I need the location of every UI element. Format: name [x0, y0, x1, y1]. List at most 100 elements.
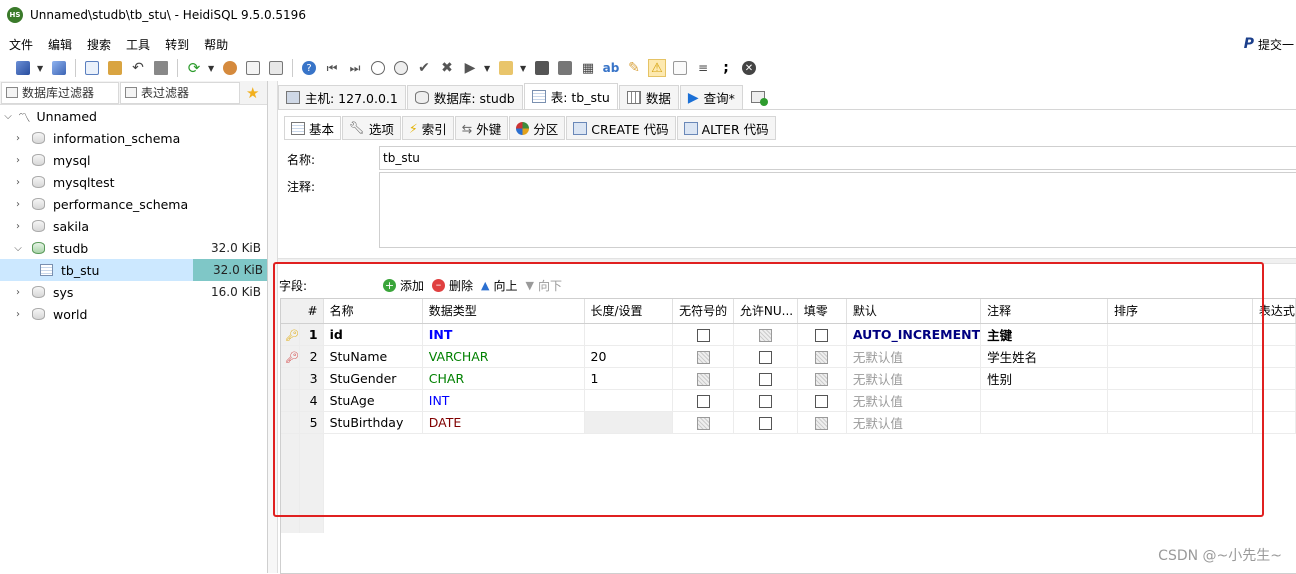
- zerofill-checkbox[interactable]: [797, 367, 846, 389]
- column-length-cell[interactable]: [584, 411, 673, 433]
- col-header-name[interactable]: 名称: [323, 299, 422, 323]
- col-header-expression[interactable]: 表达式: [1252, 299, 1295, 323]
- replace-icon[interactable]: ab: [602, 59, 620, 77]
- tree-node-db[interactable]: › mysqltest: [0, 171, 267, 193]
- menu-edit[interactable]: 编辑: [39, 36, 78, 53]
- column-collation-cell[interactable]: [1108, 411, 1253, 433]
- expand-arrow-icon[interactable]: ›: [12, 221, 24, 232]
- format-icon[interactable]: ≡: [694, 59, 712, 77]
- new-query-tab-button[interactable]: [744, 85, 772, 109]
- prev-icon[interactable]: ⏭: [346, 59, 364, 77]
- help-icon[interactable]: ?: [300, 59, 318, 77]
- collapse-arrow-icon[interactable]: ⌵: [2, 111, 14, 122]
- edit-icon[interactable]: ✎: [625, 59, 643, 77]
- run-icon[interactable]: ▶: [461, 59, 479, 77]
- save-as-icon[interactable]: [556, 59, 574, 77]
- column-collation-cell[interactable]: [1108, 367, 1253, 389]
- tab-foreign-keys[interactable]: ⇆ 外键: [455, 116, 509, 140]
- unsigned-checkbox[interactable]: [673, 367, 734, 389]
- cancel-icon[interactable]: ✖: [438, 59, 456, 77]
- tab-options[interactable]: 🔧︎ 选项: [342, 116, 401, 140]
- menu-help[interactable]: 帮助: [195, 36, 234, 53]
- allow-null-checkbox[interactable]: [733, 389, 797, 411]
- import-icon[interactable]: [267, 59, 285, 77]
- expand-arrow-icon[interactable]: ›: [12, 199, 24, 210]
- col-header-type[interactable]: 数据类型: [422, 299, 584, 323]
- column-type-cell[interactable]: INT: [422, 389, 584, 411]
- column-name-cell[interactable]: id: [323, 323, 422, 345]
- column-collation-cell[interactable]: [1108, 323, 1253, 345]
- tab-database[interactable]: 数据库: studb: [407, 85, 523, 109]
- column-default-cell[interactable]: 无默认值: [846, 367, 980, 389]
- column-type-cell[interactable]: CHAR: [422, 367, 584, 389]
- zerofill-checkbox[interactable]: [797, 389, 846, 411]
- column-expression-cell[interactable]: [1252, 323, 1295, 345]
- column-name-cell[interactable]: StuBirthday: [323, 411, 422, 433]
- column-comment-cell[interactable]: [981, 411, 1108, 433]
- col-header-allow-null[interactable]: 允许NU...: [733, 299, 797, 323]
- column-expression-cell[interactable]: [1252, 367, 1295, 389]
- column-comment-cell[interactable]: 主键: [981, 323, 1108, 345]
- tree-node-db[interactable]: › mysql: [0, 149, 267, 171]
- menu-file[interactable]: 文件: [0, 36, 39, 53]
- col-header-num[interactable]: #: [299, 299, 323, 323]
- tab-alter-code[interactable]: ALTER 代码: [677, 116, 776, 140]
- tree-node-db[interactable]: › information_schema: [0, 127, 267, 149]
- tree-node-root[interactable]: ⌵ 〽 Unnamed: [0, 105, 267, 127]
- column-default-cell[interactable]: 无默认值: [846, 345, 980, 367]
- save-icon[interactable]: [533, 59, 551, 77]
- tab-data[interactable]: 数据: [619, 85, 679, 109]
- undo-icon[interactable]: ↶: [129, 59, 147, 77]
- database-filter-input[interactable]: 数据库过滤器: [1, 82, 119, 104]
- user-manager-icon[interactable]: [221, 59, 239, 77]
- load-sql-icon[interactable]: [497, 59, 515, 77]
- find-icon[interactable]: ▦: [579, 59, 597, 77]
- col-header-collation[interactable]: 排序: [1108, 299, 1253, 323]
- column-comment-cell[interactable]: [981, 389, 1108, 411]
- column-collation-cell[interactable]: [1108, 389, 1253, 411]
- check-icon[interactable]: ✔: [415, 59, 433, 77]
- column-expression-cell[interactable]: [1252, 411, 1295, 433]
- table-row[interactable]: 4 StuAge INT 无默认值: [281, 389, 1296, 411]
- column-name-cell[interactable]: StuAge: [323, 389, 422, 411]
- tab-query[interactable]: ▶ 查询*: [680, 85, 743, 109]
- export-icon[interactable]: [244, 59, 262, 77]
- connect-icon[interactable]: [14, 59, 32, 77]
- column-name-cell[interactable]: StuName: [323, 345, 422, 367]
- load-dropdown-icon[interactable]: ▼: [520, 64, 528, 73]
- table-filter-input[interactable]: 表过滤器: [120, 82, 240, 104]
- favorites-star-icon[interactable]: ★: [246, 84, 259, 102]
- allow-null-checkbox[interactable]: [733, 367, 797, 389]
- column-length-cell[interactable]: [584, 389, 673, 411]
- copy-icon[interactable]: [83, 59, 101, 77]
- expand-arrow-icon[interactable]: ›: [12, 133, 24, 144]
- table-row[interactable]: 5 StuBirthday DATE 无默认值: [281, 411, 1296, 433]
- close-icon[interactable]: ✕: [740, 59, 758, 77]
- col-header-length[interactable]: 长度/设置: [584, 299, 673, 323]
- tree-node-db[interactable]: › world: [0, 303, 267, 325]
- expand-arrow-icon[interactable]: ›: [12, 155, 24, 166]
- tab-basic[interactable]: 基本: [284, 116, 341, 140]
- panel-splitter[interactable]: [278, 258, 1296, 264]
- col-header-comment[interactable]: 注释: [981, 299, 1108, 323]
- column-default-cell[interactable]: AUTO_INCREMENT: [846, 323, 980, 345]
- move-down-button[interactable]: ▼ 向下: [526, 277, 562, 294]
- column-name-cell[interactable]: StuGender: [323, 367, 422, 389]
- col-header-zerofill[interactable]: 填零: [797, 299, 846, 323]
- stop-icon[interactable]: [671, 59, 689, 77]
- disconnect-icon[interactable]: [50, 59, 68, 77]
- column-type-cell[interactable]: DATE: [422, 411, 584, 433]
- col-header-unsigned[interactable]: 无符号的: [673, 299, 734, 323]
- table-name-field[interactable]: tb_stu: [379, 146, 1296, 170]
- table-comment-field[interactable]: [379, 172, 1296, 248]
- connect-dropdown-icon[interactable]: ▼: [37, 64, 45, 73]
- column-default-cell[interactable]: 无默认值: [846, 411, 980, 433]
- add-field-button[interactable]: + 添加: [383, 277, 424, 294]
- tab-indexes[interactable]: ⚡︎ 索引: [402, 116, 454, 140]
- column-default-cell[interactable]: 无默认值: [846, 389, 980, 411]
- column-expression-cell[interactable]: [1252, 345, 1295, 367]
- column-length-cell[interactable]: [584, 323, 673, 345]
- column-type-cell[interactable]: INT: [422, 323, 584, 345]
- print-icon[interactable]: [152, 59, 170, 77]
- tree-node-db[interactable]: › sys 16.0 KiB: [0, 281, 267, 303]
